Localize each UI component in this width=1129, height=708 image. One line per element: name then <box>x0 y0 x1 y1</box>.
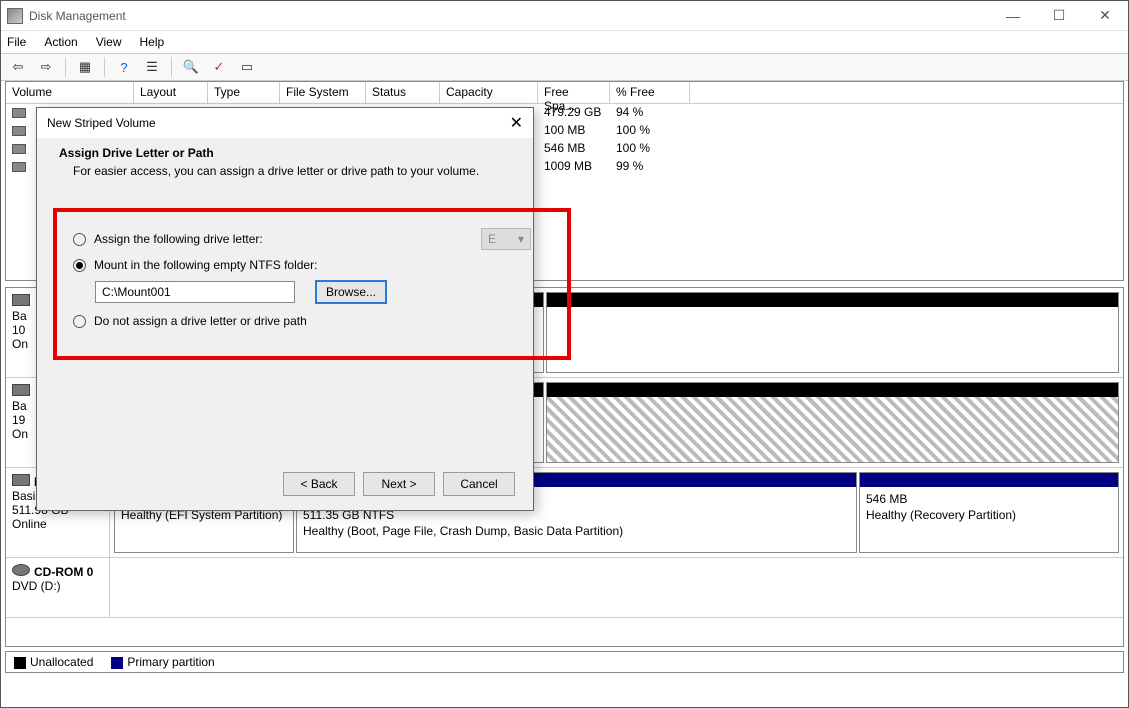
forward-icon[interactable]: ⇨ <box>35 56 57 78</box>
menu-file[interactable]: File <box>7 35 26 49</box>
check-icon[interactable]: ✓ <box>208 56 230 78</box>
radio-mount-folder[interactable] <box>73 259 86 272</box>
close-button[interactable]: ✕ <box>1082 1 1128 31</box>
drive-letter-select: E▾ <box>481 228 531 250</box>
new-striped-volume-dialog: New Striped Volume ✕ Assign Drive Letter… <box>36 107 534 511</box>
maximize-button[interactable]: ☐ <box>1036 1 1082 31</box>
zoom-icon[interactable]: 🔍 <box>180 56 202 78</box>
col-type[interactable]: Type <box>208 82 280 103</box>
volume-icon <box>12 126 26 136</box>
menu-help[interactable]: Help <box>140 35 165 49</box>
disk-icon <box>12 474 30 486</box>
cdrom-icon <box>12 564 30 576</box>
partition[interactable]: 546 MBHealthy (Recovery Partition) <box>859 472 1119 553</box>
titlebar: Disk Management — ☐ ✕ <box>1 1 1128 31</box>
disk-icon <box>12 294 30 306</box>
help-icon[interactable]: ? <box>113 56 135 78</box>
mount-path-input[interactable] <box>95 281 295 303</box>
col-layout[interactable]: Layout <box>134 82 208 103</box>
disk-icon <box>12 384 30 396</box>
legend-swatch-unallocated <box>14 657 26 669</box>
chevron-down-icon: ▾ <box>518 232 524 246</box>
app-icon <box>7 8 23 24</box>
col-fs[interactable]: File System <box>280 82 366 103</box>
volume-icon <box>12 162 26 172</box>
col-pct[interactable]: % Free <box>610 82 690 103</box>
disk-row[interactable]: CD-ROM 0 DVD (D:) <box>6 558 1123 618</box>
legend: Unallocated Primary partition <box>5 651 1124 673</box>
back-icon[interactable]: ⇦ <box>7 56 29 78</box>
window-title: Disk Management <box>29 9 990 23</box>
col-free[interactable]: Free Spa... <box>538 82 610 103</box>
dialog-close-icon[interactable]: ✕ <box>510 113 523 133</box>
menu-action[interactable]: Action <box>44 35 77 49</box>
disk-management-window: Disk Management — ☐ ✕ File Action View H… <box>0 0 1129 708</box>
label-mount-folder: Mount in the following empty NTFS folder… <box>94 258 317 272</box>
highlighted-region: Assign the following drive letter: E▾ Mo… <box>53 208 571 360</box>
legend-swatch-primary <box>111 657 123 669</box>
volume-icon <box>12 144 26 154</box>
col-volume[interactable]: Volume <box>6 82 134 103</box>
label-no-assign: Do not assign a drive letter or drive pa… <box>94 314 307 328</box>
volume-icon <box>12 108 26 118</box>
dialog-title: New Striped Volume <box>47 116 510 130</box>
col-capacity[interactable]: Capacity <box>440 82 538 103</box>
minimize-button[interactable]: — <box>990 1 1036 31</box>
next-button[interactable]: Next > <box>363 472 435 496</box>
dialog-heading: Assign Drive Letter or Path <box>59 146 511 160</box>
toolbar: ⇦ ⇨ ▦ ? ☰ 🔍 ✓ ▭ <box>1 53 1128 81</box>
label-assign-letter: Assign the following drive letter: <box>94 232 263 246</box>
menu-view[interactable]: View <box>96 35 122 49</box>
doc-icon[interactable]: ▭ <box>236 56 258 78</box>
radio-no-assign[interactable] <box>73 315 86 328</box>
back-button[interactable]: < Back <box>283 472 355 496</box>
grid-icon[interactable]: ▦ <box>74 56 96 78</box>
browse-button[interactable]: Browse... <box>315 280 387 304</box>
radio-assign-letter[interactable] <box>73 233 86 246</box>
cancel-button[interactable]: Cancel <box>443 472 515 496</box>
menubar: File Action View Help <box>1 31 1128 53</box>
col-status[interactable]: Status <box>366 82 440 103</box>
list-icon[interactable]: ☰ <box>141 56 163 78</box>
dialog-subheading: For easier access, you can assign a driv… <box>73 164 511 178</box>
